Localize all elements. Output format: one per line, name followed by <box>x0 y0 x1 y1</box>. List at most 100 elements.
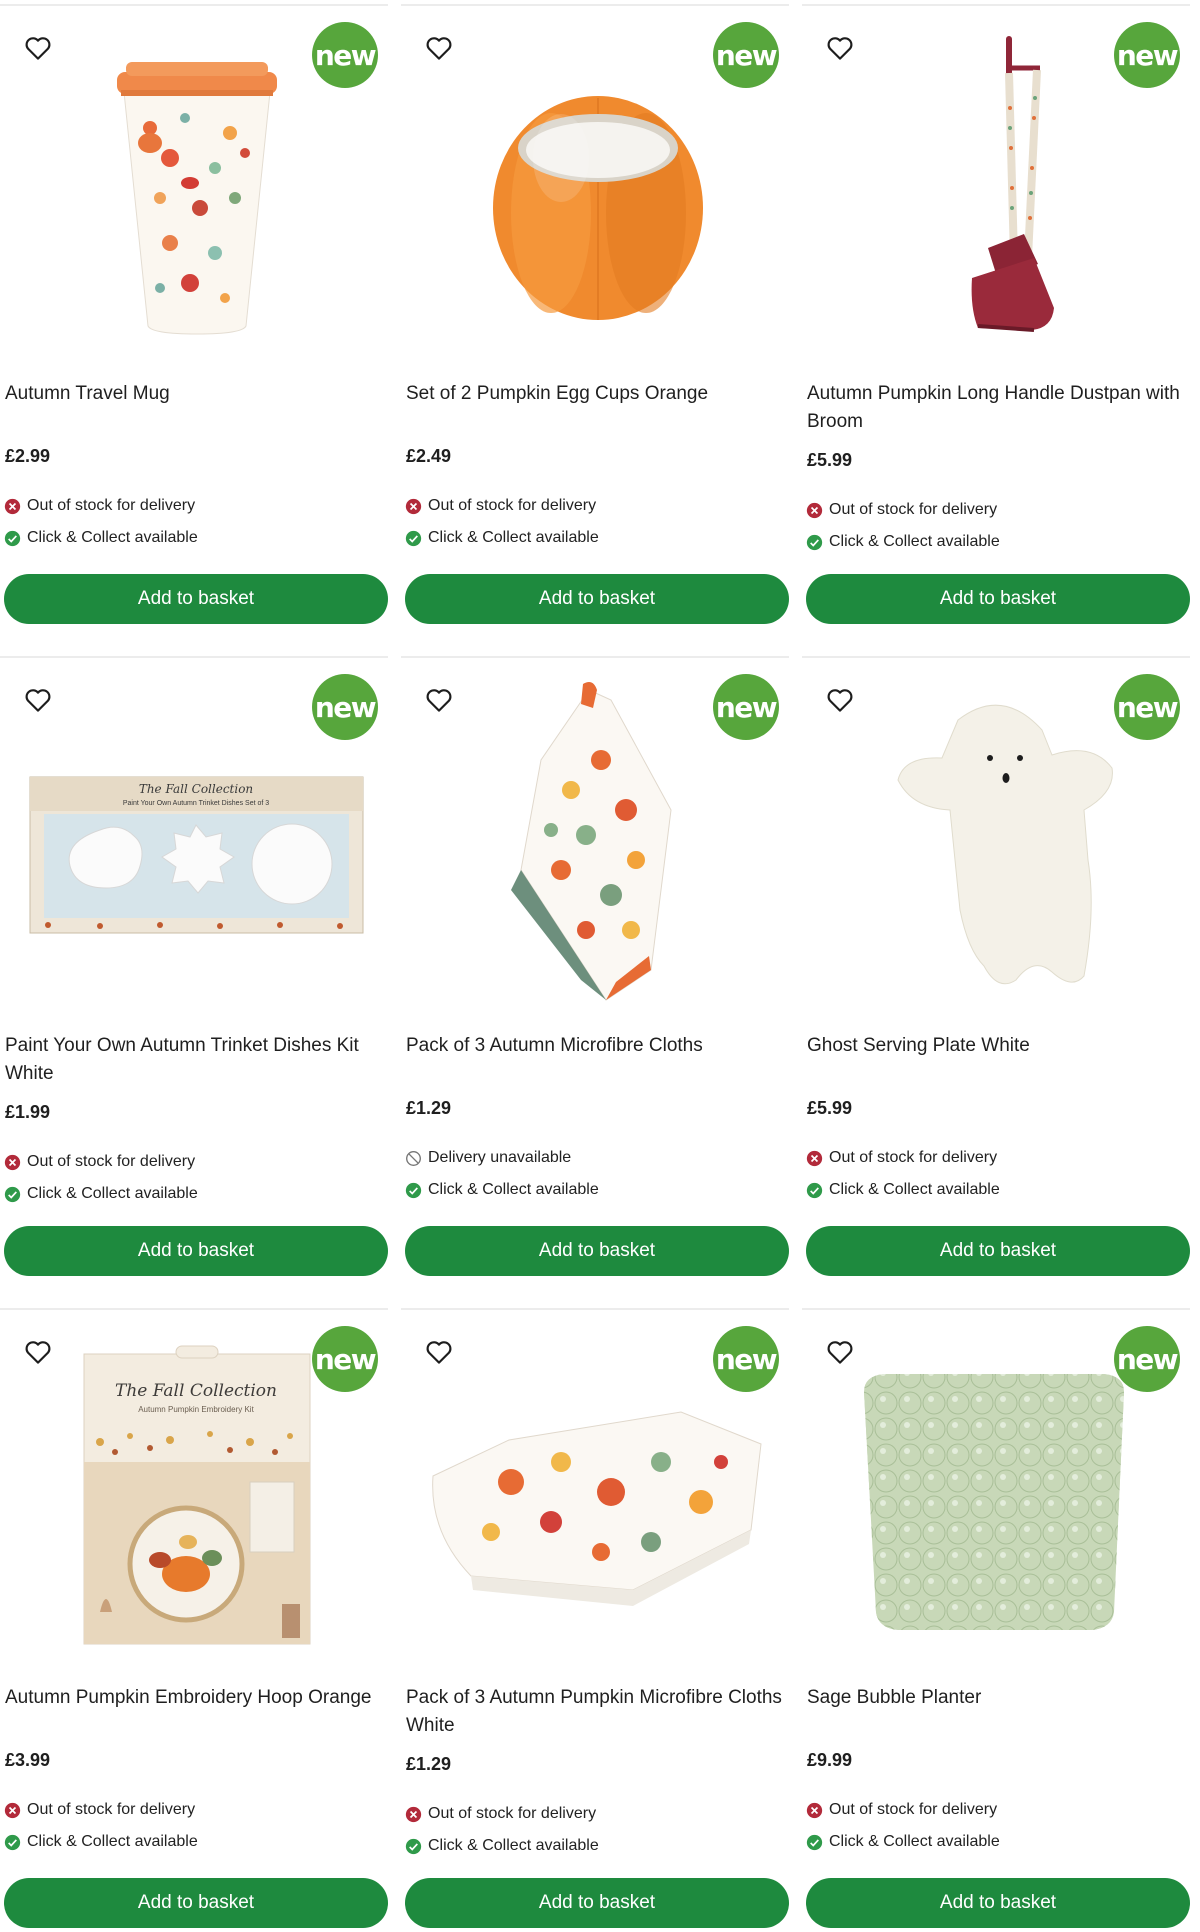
product-image[interactable]: new <box>802 1312 1190 1667</box>
product-price: £1.29 <box>406 1754 452 1774</box>
delivery-status-text: Out of stock for delivery <box>829 1149 998 1166</box>
product-card: new Set of 2 Pumpkin Egg Cups Orange £2.… <box>401 4 789 644</box>
collect-status: Click & Collect available <box>4 529 198 547</box>
collect-status: Click & Collect available <box>405 1181 599 1199</box>
cross-circle-icon <box>4 1154 21 1170</box>
collect-status-text: Click & Collect available <box>829 1833 1000 1850</box>
collect-status-text: Click & Collect available <box>428 529 599 546</box>
wishlist-heart-button[interactable] <box>818 1330 862 1374</box>
delivery-status: Out of stock for delivery <box>806 501 997 519</box>
delivery-status: Out of stock for delivery <box>405 1805 596 1823</box>
collect-status-text: Click & Collect available <box>829 533 1000 550</box>
embroidery-box-title: The Fall Collection <box>115 1381 277 1401</box>
product-image[interactable]: new <box>401 660 789 1015</box>
product-image[interactable]: new <box>802 660 1190 1015</box>
product-card: The Fall Collection Autumn Pumpkin Embro… <box>0 1308 388 1932</box>
wishlist-heart-button[interactable] <box>818 678 862 722</box>
cross-circle-icon <box>4 1802 21 1818</box>
cross-circle-icon <box>806 502 823 518</box>
product-image[interactable]: The Fall Collection Autumn Pumpkin Embro… <box>0 1312 388 1667</box>
wishlist-heart-button[interactable] <box>417 678 461 722</box>
heart-icon <box>426 689 452 712</box>
new-badge: new <box>713 674 779 740</box>
product-name[interactable]: Pack of 3 Autumn Pumpkin Microfibre Clot… <box>406 1684 792 1740</box>
product-card: new Sage Bubble Planter £9.99 Out of sto… <box>802 1308 1190 1932</box>
delivery-status-text: Delivery unavailable <box>428 1149 572 1166</box>
new-badge: new <box>1114 674 1180 740</box>
product-image[interactable]: The Fall Collection Paint Your Own Autum… <box>0 660 388 1015</box>
product-price: £5.99 <box>807 1098 853 1118</box>
heart-icon <box>426 1341 452 1364</box>
check-circle-icon <box>806 1182 823 1198</box>
product-price: £2.49 <box>406 446 452 466</box>
product-image[interactable]: new <box>802 8 1190 363</box>
new-badge: new <box>312 1326 378 1392</box>
product-name[interactable]: Pack of 3 Autumn Microfibre Cloths <box>406 1032 792 1060</box>
collect-status: Click & Collect available <box>806 1833 1000 1851</box>
product-name[interactable]: Autumn Pumpkin Embroidery Hoop Orange <box>5 1684 391 1712</box>
collect-status: Click & Collect available <box>806 1181 1000 1199</box>
add-to-basket-button[interactable]: Add to basket <box>806 574 1190 624</box>
wishlist-heart-button[interactable] <box>818 26 862 70</box>
product-name[interactable]: Set of 2 Pumpkin Egg Cups Orange <box>406 380 792 408</box>
product-image[interactable]: new <box>0 8 388 363</box>
product-name[interactable]: Ghost Serving Plate White <box>807 1032 1193 1060</box>
delivery-status-text: Out of stock for delivery <box>829 501 998 518</box>
product-price: £1.29 <box>406 1098 452 1118</box>
wishlist-heart-button[interactable] <box>417 1330 461 1374</box>
delivery-status: Out of stock for delivery <box>806 1801 997 1819</box>
delivery-status: Out of stock for delivery <box>405 497 596 515</box>
new-badge: new <box>1114 1326 1180 1392</box>
product-name[interactable]: Autumn Pumpkin Long Handle Dustpan with … <box>807 380 1193 436</box>
product-image[interactable]: new <box>401 8 789 363</box>
add-to-basket-button[interactable]: Add to basket <box>405 1878 789 1928</box>
heart-icon <box>25 37 51 60</box>
add-to-basket-button[interactable]: Add to basket <box>405 574 789 624</box>
collect-status-text: Click & Collect available <box>428 1181 599 1198</box>
cross-circle-icon <box>405 498 422 514</box>
check-circle-icon <box>405 1838 422 1854</box>
new-badge: new <box>1114 22 1180 88</box>
delivery-status-text: Out of stock for delivery <box>428 1805 597 1822</box>
check-circle-icon <box>4 1186 21 1202</box>
delivery-status-text: Out of stock for delivery <box>27 1153 196 1170</box>
add-to-basket-button[interactable]: Add to basket <box>4 1226 388 1276</box>
heart-icon <box>25 689 51 712</box>
add-to-basket-button[interactable]: Add to basket <box>806 1878 1190 1928</box>
wishlist-heart-button[interactable] <box>16 1330 60 1374</box>
cross-circle-icon <box>806 1802 823 1818</box>
check-circle-icon <box>4 530 21 546</box>
heart-icon <box>25 1341 51 1364</box>
product-card: The Fall Collection Paint Your Own Autum… <box>0 656 388 1296</box>
wishlist-heart-button[interactable] <box>16 678 60 722</box>
product-price: £9.99 <box>807 1750 853 1770</box>
product-image[interactable]: new <box>401 1312 789 1667</box>
delivery-status: Out of stock for delivery <box>4 1801 195 1819</box>
collect-status-text: Click & Collect available <box>27 1833 198 1850</box>
collect-status: Click & Collect available <box>4 1833 198 1851</box>
heart-icon <box>827 689 853 712</box>
new-badge: new <box>713 1326 779 1392</box>
add-to-basket-button[interactable]: Add to basket <box>4 1878 388 1928</box>
product-price: £3.99 <box>5 1750 51 1770</box>
heart-icon <box>827 1341 853 1364</box>
wishlist-heart-button[interactable] <box>417 26 461 70</box>
product-name[interactable]: Autumn Travel Mug <box>5 380 391 408</box>
delivery-status: Out of stock for delivery <box>4 497 195 515</box>
product-name[interactable]: Paint Your Own Autumn Trinket Dishes Kit… <box>5 1032 391 1088</box>
new-badge: new <box>312 22 378 88</box>
product-card: new Pack of 3 Autumn Pumpkin Microfibre … <box>401 1308 789 1932</box>
collect-status-text: Click & Collect available <box>829 1181 1000 1198</box>
collect-status: Click & Collect available <box>4 1185 198 1203</box>
add-to-basket-button[interactable]: Add to basket <box>806 1226 1190 1276</box>
check-circle-icon <box>405 530 422 546</box>
cross-circle-icon <box>4 498 21 514</box>
trinket-box-title: The Fall Collection <box>139 782 253 796</box>
delivery-status: Out of stock for delivery <box>4 1153 195 1171</box>
cross-circle-icon <box>405 1806 422 1822</box>
add-to-basket-button[interactable]: Add to basket <box>405 1226 789 1276</box>
add-to-basket-button[interactable]: Add to basket <box>4 574 388 624</box>
wishlist-heart-button[interactable] <box>16 26 60 70</box>
delivery-status: Out of stock for delivery <box>806 1149 997 1167</box>
product-name[interactable]: Sage Bubble Planter <box>807 1684 1193 1712</box>
